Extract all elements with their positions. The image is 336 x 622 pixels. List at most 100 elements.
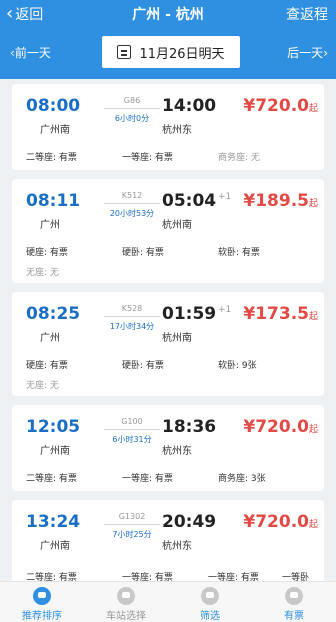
bottom-tab-bar: 推荐排序 车站选择 筛选 有票 [0, 581, 336, 622]
arrival-time: 20:49 [162, 512, 217, 532]
seat-availability: 一等座: 有票 [208, 573, 259, 581]
seat-availability: 无座: 无 [26, 381, 59, 391]
seat-availability: 硬座: 有票 [26, 361, 68, 371]
departure-station: 广州南 [40, 541, 70, 552]
arrival-station: 杭州南 [162, 220, 192, 231]
return-trip-button[interactable]: 查返程 [286, 4, 328, 24]
train-card[interactable]: 12:05 广州南 G100 6小时31分 18:36 杭州东 ¥720.0起 … [12, 405, 324, 491]
sort-icon [33, 587, 51, 605]
filter-icon [201, 587, 219, 605]
price-suffix: 起 [308, 199, 318, 209]
arrival-station: 杭州南 [162, 333, 192, 344]
arrival-time: 14:00 [162, 96, 217, 116]
duration: 7小时25分 [112, 530, 152, 539]
route-line [104, 429, 160, 430]
price-suffix: 起 [308, 312, 318, 322]
prev-day-button[interactable]: ‹前一天 [10, 44, 51, 61]
top-header: ‹ 返回 广州 - 杭州 查返程 ‹前一天 11月26日明天 后一天› [0, 0, 336, 79]
price-value: ¥189.5 [243, 191, 309, 211]
arrival-station: 杭州东 [162, 125, 192, 136]
seat-availability: 一等座: 有票 [122, 153, 173, 163]
price-suffix: 起 [308, 425, 318, 435]
route-line [104, 316, 160, 317]
price-suffix: 起 [308, 520, 318, 530]
date-label: 11月26日明天 [139, 46, 225, 62]
price-value: ¥720.0 [243, 96, 309, 116]
arrival-time: 05:04 [162, 191, 217, 211]
arrival-time: 18:36 [162, 417, 217, 437]
arrival-station: 杭州东 [162, 541, 192, 552]
departure-station: 广州 [40, 333, 60, 344]
seat-availability: 硬卧: 有票 [122, 361, 164, 371]
route-line [104, 203, 160, 204]
train-number: G1302 [118, 512, 146, 521]
tab-label: 车站选择 [106, 611, 146, 622]
tab-has-tickets[interactable]: 有票 [252, 584, 336, 622]
tab-station-select[interactable]: 车站选择 [84, 584, 168, 622]
train-card[interactable]: 08:25 广州 K528 17小时34分 01:59 +1 杭州南 ¥173.… [12, 292, 324, 396]
date-selector[interactable]: 11月26日明天 [102, 36, 240, 68]
price: ¥173.5起 [243, 304, 318, 324]
arrival-time: 01:59 [162, 304, 217, 324]
train-card[interactable]: 13:24 广州南 G1302 7小时25分 20:49 杭州东 ¥720.0起… [12, 500, 324, 581]
prev-day-label: 前一天 [14, 46, 51, 60]
seat-availability: 无座: 无 [26, 268, 59, 278]
train-number: G100 [121, 417, 143, 426]
price-suffix: 起 [308, 104, 318, 114]
duration: 20小时53分 [109, 209, 155, 218]
next-day-marker: +1 [218, 192, 232, 202]
departure-station: 广州南 [40, 125, 70, 136]
tab-label: 有票 [284, 611, 304, 622]
price: ¥720.0起 [243, 417, 318, 437]
seat-availability: 二等座: 有票 [26, 573, 77, 581]
tab-filter[interactable]: 筛选 [168, 584, 252, 622]
seat-availability: 商务座: 3张 [218, 474, 266, 484]
price: ¥720.0起 [243, 96, 318, 116]
duration: 6小时31分 [112, 435, 152, 444]
tab-recommended-sort[interactable]: 推荐排序 [0, 584, 84, 622]
next-day-button[interactable]: 后一天› [287, 44, 328, 61]
calendar-icon [117, 45, 132, 59]
seat-availability: 硬座: 有票 [26, 248, 68, 258]
route-line [104, 108, 160, 109]
departure-station: 广州 [40, 220, 60, 231]
price: ¥720.0起 [243, 512, 318, 532]
departure-time: 12:05 [26, 417, 81, 437]
departure-time: 08:11 [26, 191, 81, 211]
seat-availability: 软卧: 有票 [218, 248, 260, 258]
price-value: ¥720.0 [243, 512, 309, 532]
ticket-icon [285, 587, 303, 605]
price: ¥189.5起 [243, 191, 318, 211]
departure-time: 13:24 [26, 512, 81, 532]
station-icon [117, 587, 135, 605]
train-card[interactable]: 08:11 广州 K512 20小时53分 05:04 +1 杭州南 ¥189.… [12, 179, 324, 283]
seat-availability: 二等座: 有票 [26, 474, 77, 484]
arrival-station: 杭州东 [162, 446, 192, 457]
seat-availability: 一等卧 [282, 573, 310, 581]
departure-station: 广州南 [40, 446, 70, 457]
tab-label: 筛选 [200, 611, 220, 622]
seat-availability: 硬卧: 有票 [122, 248, 164, 258]
seat-availability: 一等座: 有票 [122, 474, 173, 484]
date-navigation: ‹前一天 11月26日明天 后一天› [0, 36, 336, 68]
train-number: K528 [121, 304, 143, 313]
route-line [104, 524, 160, 525]
duration: 17小时34分 [109, 322, 155, 331]
seat-availability: 二等座: 有票 [26, 153, 77, 163]
next-day-label: 后一天 [287, 46, 324, 60]
train-list[interactable]: 08:00 广州南 G86 6小时0分 14:00 杭州东 ¥720.0起 二等… [0, 84, 336, 581]
train-card[interactable]: 08:00 广州南 G86 6小时0分 14:00 杭州东 ¥720.0起 二等… [12, 84, 324, 170]
duration: 6小时0分 [114, 114, 150, 123]
seat-availability: 商务座: 无 [218, 153, 260, 163]
tab-label: 推荐排序 [22, 611, 62, 622]
price-value: ¥173.5 [243, 304, 309, 324]
seat-availability: 软卧: 9张 [218, 361, 257, 371]
departure-time: 08:00 [26, 96, 81, 116]
departure-time: 08:25 [26, 304, 81, 324]
seat-availability: 一等座: 有票 [122, 573, 173, 581]
train-number: G86 [123, 96, 141, 105]
title-bar: ‹ 返回 广州 - 杭州 查返程 [0, 0, 336, 28]
price-value: ¥720.0 [243, 417, 309, 437]
train-number: K512 [121, 191, 143, 200]
next-day-marker: +1 [218, 305, 232, 315]
